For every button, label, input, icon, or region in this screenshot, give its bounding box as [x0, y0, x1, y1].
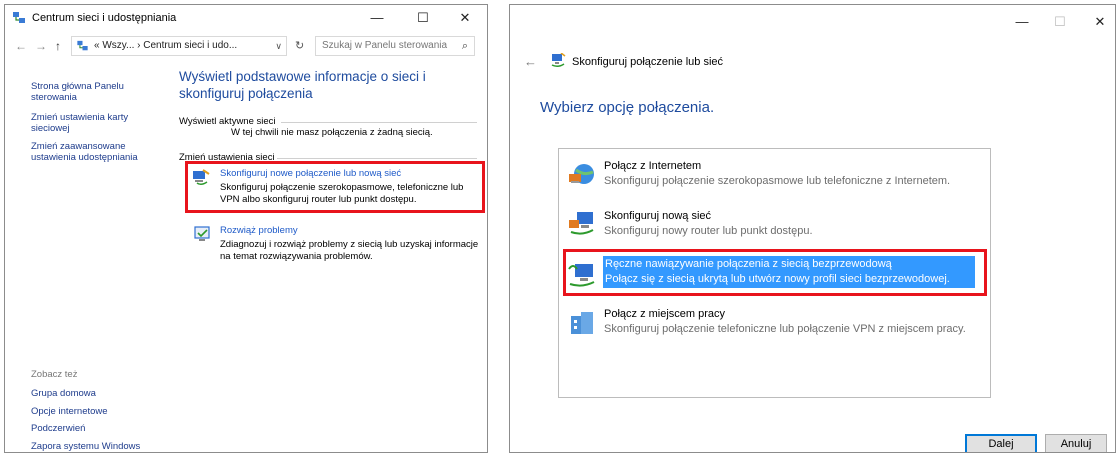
wizard-heading: Wybierz opcję połączenia.: [540, 99, 715, 116]
highlight-box: [185, 161, 485, 213]
close-button[interactable]: ✕: [445, 5, 485, 31]
globe-connect-icon: [569, 164, 594, 184]
option-new-network-title[interactable]: Skonfiguruj nową sieć: [604, 210, 711, 222]
search-input[interactable]: Szukaj w Panelu sterowania ⌕: [315, 36, 475, 56]
network-icon: [13, 12, 25, 23]
breadcrumb: « Wszy... › Centrum sieci i udo...: [94, 40, 238, 51]
see-also-firewall[interactable]: Zapora systemu Windows: [31, 441, 161, 452]
troubleshoot-icon: [194, 226, 210, 241]
window-title: Centrum sieci i udostępniania: [32, 12, 177, 24]
option-new-network-desc: Skonfiguruj nowy router lub punkt dostęp…: [604, 225, 813, 237]
cancel-button[interactable]: Anuluj: [1045, 434, 1107, 452]
wizard-title: Skonfiguruj połączenie lub sieć: [572, 56, 724, 68]
option-internet-desc: Skonfiguruj połączenie szerokopasmowe lu…: [604, 175, 951, 187]
divider: [277, 158, 477, 159]
network-icon: [77, 40, 88, 51]
see-also-internet-options[interactable]: Opcje internetowe: [31, 406, 161, 417]
option-workplace-title[interactable]: Połącz z miejscem pracy: [604, 308, 725, 320]
search-placeholder: Szukaj w Panelu sterowania: [322, 40, 448, 51]
search-icon[interactable]: ⌕: [462, 37, 468, 55]
troubleshoot-desc: Zdiagnozuj i rozwiąż problemy z siecią l…: [220, 239, 479, 262]
workplace-icon: [571, 312, 593, 334]
sidebar-item-adapter-settings[interactable]: Zmień ustawienia karty sieciowej: [31, 112, 161, 134]
page-title: Wyświetl podstawowe informacje o sieci i…: [179, 69, 426, 101]
up-arrow-icon[interactable]: ↑: [55, 39, 61, 53]
minimize-button[interactable]: —: [357, 5, 397, 31]
troubleshoot-link[interactable]: Rozwiąż problemy: [220, 225, 298, 236]
active-networks-label: Wyświetl aktywne sieci: [179, 116, 276, 127]
sidebar-item-sharing-settings[interactable]: Zmień zaawansowane ustawienia udostępnia…: [31, 141, 161, 163]
back-arrow-icon[interactable]: ←: [15, 39, 27, 53]
network-icon: [551, 53, 566, 68]
network-center-window: Centrum sieci i udostępniania — ☐ ✕ ← → …: [4, 4, 488, 453]
option-workplace-desc: Skonfiguruj połączenie telefoniczne lub …: [604, 323, 966, 335]
option-internet-title[interactable]: Połącz z Internetem: [604, 160, 701, 172]
connection-wizard-window: — ☐ ✕ ← Skonfiguruj połączenie lub sieć …: [509, 4, 1116, 453]
sidebar-item-home[interactable]: Strona główna Panelu sterowania: [31, 81, 161, 103]
maximize-button[interactable]: ☐: [1040, 9, 1080, 35]
minimize-button[interactable]: —: [1002, 9, 1042, 35]
close-button[interactable]: ✕: [1080, 9, 1115, 35]
see-also-homegroup[interactable]: Grupa domowa: [31, 388, 161, 399]
next-button[interactable]: Dalej: [965, 434, 1037, 452]
new-network-icon: [569, 212, 594, 235]
refresh-icon[interactable]: ↻: [295, 39, 304, 52]
title-bar[interactable]: Centrum sieci i udostępniania — ☐ ✕: [5, 5, 487, 31]
see-also-label: Zobacz też: [31, 369, 78, 380]
forward-arrow-icon[interactable]: →: [35, 39, 47, 53]
address-bar-row: ← → ↑ « Wszy... › Centrum sieci i udo...…: [5, 33, 487, 59]
highlight-box: [563, 249, 987, 296]
back-arrow-icon[interactable]: ←: [524, 54, 537, 69]
see-also-infrared[interactable]: Podczerwień: [31, 423, 161, 434]
chevron-down-icon[interactable]: ∨: [275, 37, 282, 55]
no-connection-text: W tej chwili nie masz połączenia z żadną…: [231, 127, 433, 138]
maximize-button[interactable]: ☐: [403, 5, 443, 31]
address-field[interactable]: « Wszy... › Centrum sieci i udo... ∨: [71, 36, 287, 56]
divider: [281, 122, 477, 123]
